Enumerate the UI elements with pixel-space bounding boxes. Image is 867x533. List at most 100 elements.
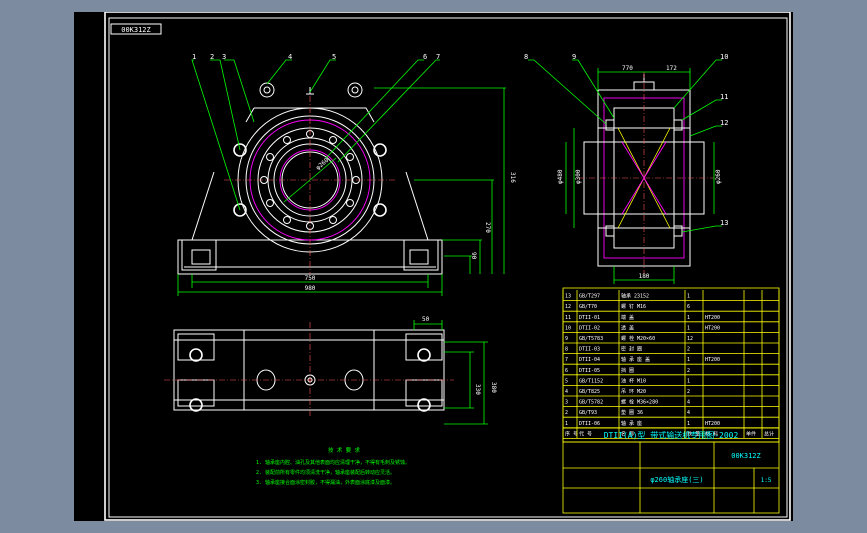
parts-table-cell: DTII-06 [579,421,600,427]
parts-table-cell: DTII-03 [579,347,600,353]
parts-table-cell: 12 [687,336,693,342]
dim-overall-height: 316 [509,172,516,183]
dim-top-flange: 50 [422,316,430,323]
dim-side-top-right: 172 [666,65,677,72]
parts-table-cell: GB/T5783 [579,336,603,342]
project-title: DTII(A)型 带式输送机专用图-2002 [604,430,739,440]
drawing-code: 00K312Z [731,452,761,460]
parts-table-cell: DTII-02 [579,325,600,331]
parts-table-cell: HT200 [705,421,720,427]
parts-table-cell: 7 [565,357,568,363]
balloon-9: 9 [572,53,576,61]
dim-bore-left: φ480 [557,169,564,184]
dim-height-low: 90 [470,252,477,260]
parts-table-cell: 油 杯 M10 [621,377,646,384]
parts-table-cell: 5 [565,378,568,384]
dim-side-top-left: 770 [622,65,633,72]
parts-table-cell: 1 [687,357,690,363]
parts-table-cell: 6 [565,368,568,374]
parts-table-cell: GB/T297 [579,294,600,300]
parts-table-cell: DTII-05 [579,368,600,374]
parts-table-cell: DTII-01 [579,315,600,321]
parts-table-cell: 螺 栓 M20×60 [621,335,655,342]
parts-table-cell: 9 [565,336,568,342]
parts-table-cell: 螺 钉 M16 [621,303,646,310]
balloon-12: 12 [720,119,728,127]
dim-bore-left2: φ300 [575,169,582,184]
parts-table-cell: 螺 栓 M36×280 [621,399,658,406]
stamp-text: 00K312Z [121,26,151,34]
balloon-3: 3 [222,53,226,61]
parts-table-cell: 8 [565,347,568,353]
balloon-6: 6 [423,53,427,61]
parts-table-cell: 13 [565,294,571,300]
technical-notes: 技 术 要 求 1. 轴承座内腔、油孔及其他表面均应清理干净，不得有毛刺及锈蚀。… [256,446,410,486]
top-view: 50 380 330 [164,316,497,425]
parts-table-cell: 6 [687,304,690,310]
balloon-4: 4 [288,53,292,61]
parts-table-cell: 1 [687,421,690,427]
parts-table-cell: 透 盖 [621,324,634,331]
parts-table-cell: 4 [687,400,690,406]
parts-table-cell: 12 [565,304,571,310]
balloon-13: 13 [720,219,728,227]
parts-table-cell: HT200 [705,357,720,363]
balloon-7: 7 [436,53,440,61]
parts-table-cell: DTII-04 [579,357,600,363]
parts-table-cell: 2 [687,368,690,374]
drawing-sheet: 00K312Z φ260 316 270 90 750 980 1 2 3 4 … [74,12,793,521]
parts-table-cell: 1 [687,315,690,321]
balloon-2: 2 [210,53,214,61]
parts-table-cell: 2 [687,347,690,353]
parts-table-cell: 轴承 23152 [621,293,649,300]
front-view: φ260 316 270 90 750 980 1 2 3 4 5 6 7 [177,53,516,296]
drawing-scale: 1:5 [761,477,772,484]
parts-table-cell: 轴 承 座 盖 [621,356,650,363]
parts-table-cell: 1 [565,421,568,427]
notes-line-3: 3. 轴承座接合面涂密封胶，不得漏油，外表面涂底漆及面漆。 [256,479,395,486]
parts-table-cell: 4 [565,389,568,395]
drawing-name: φ260轴承座(三) [650,475,703,484]
dim-top-height-outer: 380 [490,382,497,393]
parts-table-cell: GB/T93 [579,410,597,416]
balloon-8: 8 [524,53,528,61]
dim-base-inner: 750 [305,275,316,282]
cad-drawing: 00K312Z φ260 316 270 90 750 980 1 2 3 4 … [104,12,791,521]
parts-table-cell: HT200 [705,315,720,321]
dim-base-outer: 980 [305,285,316,292]
notes-line-2: 2. 装配前所有零件均须清洗干净，轴承座装配后转动应灵活。 [256,469,395,476]
dim-height-mid: 270 [484,222,491,233]
parts-table-cell: 轴 承 座 [621,420,642,427]
balloon-5: 5 [332,53,336,61]
parts-table-cell: 2 [687,389,690,395]
parts-table-cell: 3 [565,400,568,406]
parts-table-cell: GB/T5782 [579,400,603,406]
dim-top-height-inner: 330 [474,384,481,395]
side-view: 770 172 φ480 φ300 φ260 180 8 9 10 11 12 … [524,53,728,284]
parts-table-cell: 端 盖 [621,314,634,321]
parts-table-cell: GB/T1152 [579,378,603,384]
parts-table-cell: 密 封 圈 [621,346,642,353]
parts-table-cell: GB/T70 [579,304,597,310]
notes-title: 技 术 要 求 [328,446,360,454]
notes-line-1: 1. 轴承座内腔、油孔及其他表面均应清理干净，不得有毛刺及锈蚀。 [256,459,410,466]
parts-table-cell: 10 [565,325,571,331]
balloon-10: 10 [720,53,728,61]
parts-table-cell: 挡 圈 [621,367,634,374]
parts-table-cell: 总计 [764,430,774,437]
parts-table-cell: 序 号 [565,430,578,437]
parts-table-cell: 1 [687,294,690,300]
parts-table-cell: 垫 圈 36 [621,409,643,416]
parts-table-cell: 单件 [746,430,756,437]
dim-side-bottom: 180 [639,273,650,280]
dim-bore-right: φ260 [715,169,722,184]
parts-table-cell: 2 [565,410,568,416]
title-block: 13 GB/T297 轴承 23152 112 GB/T70 螺 钉 M16 611 DTII… [562,287,780,514]
balloon-11: 11 [720,93,728,101]
parts-table-cell: 代 号 [579,430,592,437]
parts-table-cell: HT200 [705,325,720,331]
parts-table-cell: 4 [687,410,690,416]
parts-table-cell: 1 [687,325,690,331]
parts-table-cell: 吊 环 M20 [621,389,646,395]
parts-table-cell: 1 [687,378,690,384]
